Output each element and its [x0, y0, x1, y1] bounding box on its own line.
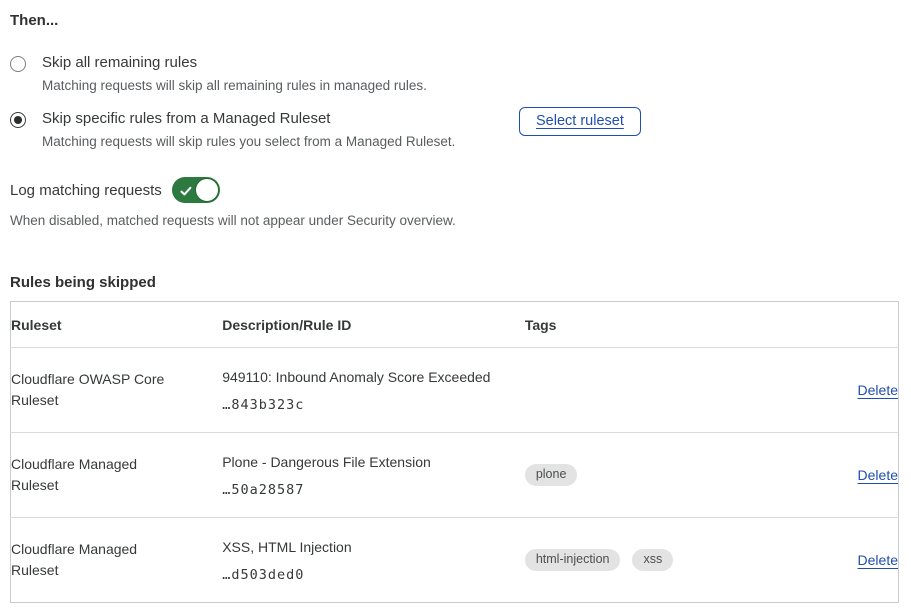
- option-skip-specific-description: Matching requests will skip rules you se…: [42, 133, 497, 151]
- log-matching-label: Log matching requests: [10, 182, 162, 199]
- select-ruleset-button[interactable]: Select ruleset: [519, 107, 641, 136]
- table-header-row: Ruleset Description/Rule ID Tags: [11, 302, 899, 348]
- then-heading: Then...: [10, 12, 901, 29]
- radio-option-skip-all: Skip all remaining rules Matching reques…: [10, 53, 901, 95]
- radio-unselected-icon[interactable]: [10, 56, 26, 72]
- ruleset-name: Cloudflare OWASP Core Ruleset: [11, 369, 171, 411]
- radio-selected-icon[interactable]: [10, 112, 26, 128]
- log-matching-row: Log matching requests: [10, 177, 901, 203]
- rule-id: …843b323c: [222, 397, 525, 413]
- log-matching-description: When disabled, matched requests will not…: [10, 212, 901, 230]
- check-icon: [180, 184, 192, 202]
- rules-being-skipped-title: Rules being skipped: [10, 274, 901, 291]
- option-skip-all-label[interactable]: Skip all remaining rules: [42, 53, 497, 73]
- ruleset-name: Cloudflare Managed Ruleset: [11, 454, 171, 496]
- table-row: Cloudflare OWASP Core Ruleset 949110: In…: [11, 348, 899, 433]
- tags-cell: html-injection xss: [525, 549, 745, 571]
- tags-cell: plone: [525, 464, 745, 486]
- table-row: Cloudflare Managed Ruleset Plone - Dange…: [11, 433, 899, 518]
- log-matching-toggle[interactable]: [172, 177, 220, 203]
- option-skip-specific-label[interactable]: Skip specific rules from a Managed Rules…: [42, 109, 497, 129]
- rule-description: XSS, HTML Injection: [222, 538, 525, 557]
- column-header-actions: [745, 302, 899, 348]
- delete-rule-link[interactable]: Delete: [858, 552, 898, 568]
- delete-rule-link[interactable]: Delete: [858, 382, 898, 398]
- table-row: Cloudflare Managed Ruleset XSS, HTML Inj…: [11, 518, 899, 603]
- skipped-rules-table: Ruleset Description/Rule ID Tags Cloudfl…: [10, 301, 899, 603]
- ruleset-name: Cloudflare Managed Ruleset: [11, 539, 171, 581]
- rule-id: …d503ded0: [222, 567, 525, 583]
- column-header-ruleset: Ruleset: [11, 302, 223, 348]
- rule-id: …50a28587: [222, 482, 525, 498]
- column-header-tags: Tags: [525, 302, 745, 348]
- tag-badge: html-injection: [525, 549, 621, 571]
- column-header-description: Description/Rule ID: [222, 302, 525, 348]
- radio-option-skip-specific: Skip specific rules from a Managed Rules…: [10, 109, 901, 151]
- rule-description: Plone - Dangerous File Extension: [222, 453, 525, 472]
- tag-badge: plone: [525, 464, 578, 486]
- waf-skip-rule-config: Then... Skip all remaining rules Matchin…: [0, 0, 911, 603]
- delete-rule-link[interactable]: Delete: [858, 467, 898, 483]
- rule-description: 949110: Inbound Anomaly Score Exceeded: [222, 368, 525, 387]
- toggle-knob: [195, 178, 219, 202]
- tag-badge: xss: [632, 549, 673, 571]
- option-skip-all-description: Matching requests will skip all remainin…: [42, 77, 497, 95]
